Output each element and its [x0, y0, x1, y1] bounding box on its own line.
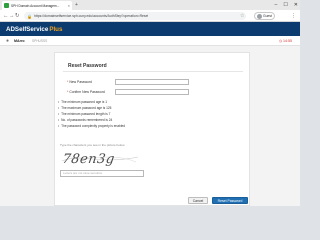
divider — [63, 71, 243, 72]
reload-button[interactable]: ↻ — [15, 12, 20, 20]
browser-tab[interactable]: SPH Domain Account Managem... × — [2, 1, 72, 10]
tab-title: SPH Domain Account Managem... — [11, 3, 60, 8]
confirm-password-label: *Confirm New Password — [67, 90, 105, 94]
url-field[interactable]: 🔒 https://domainselfservice.sph.cuny.edu… — [24, 12, 246, 20]
maximize-button[interactable]: ☐ — [283, 2, 287, 8]
brand-plus: Plus — [49, 25, 63, 33]
new-password-label-text: New Password — [69, 80, 92, 84]
browser-menu-icon[interactable]: ⋮ — [291, 12, 296, 20]
captcha-text: 78en3g — [61, 152, 115, 167]
policy-item: The password complexity property is enab… — [58, 123, 125, 129]
window-controls: – ☐ ✕ — [275, 0, 298, 10]
minimize-button[interactable]: – — [275, 2, 278, 8]
brand-logo: ADSelfService — [6, 25, 49, 33]
timer-value: 14:55 — [283, 39, 292, 43]
profile-button[interactable]: Guest — [254, 12, 276, 20]
user-bar: ● MArro SPHUSSS ◷ 14:55 — [0, 36, 300, 46]
close-window-button[interactable]: ✕ — [294, 2, 298, 8]
favicon-icon — [4, 3, 9, 8]
reset-password-button[interactable]: Reset Password — [212, 197, 248, 204]
back-button[interactable]: ← — [3, 12, 9, 20]
new-password-label: *New Password — [67, 80, 92, 84]
tab-close-icon[interactable]: × — [68, 3, 70, 8]
user-icon: ● — [6, 38, 10, 44]
clock-icon: ◷ — [278, 39, 282, 43]
browser-window: SPH Domain Account Managem... × + – ☐ ✕ … — [0, 0, 300, 206]
profile-avatar-icon — [257, 13, 262, 19]
forward-button[interactable]: → — [9, 12, 15, 20]
domain-name: SPHUSSS — [32, 39, 48, 43]
cancel-button[interactable]: Cancel — [188, 197, 208, 204]
user-name: MArro — [14, 39, 25, 43]
address-bar: ← → ↻ 🔒 https://domainselfservice.sph.cu… — [0, 10, 300, 22]
bookmark-star-icon[interactable]: ☆ — [240, 12, 244, 20]
confirm-password-label-text: Confirm New Password — [69, 90, 105, 94]
new-password-input[interactable] — [115, 79, 189, 85]
app-header: ADSelfService Plus — [0, 22, 300, 36]
tab-strip: SPH Domain Account Managem... × + – ☐ ✕ — [0, 0, 300, 10]
session-timer: ◷ 14:55 — [279, 38, 292, 44]
new-tab-button[interactable]: + — [75, 1, 78, 9]
url-text: https://domainselfservice.sph.cuny.edu/a… — [33, 14, 149, 18]
captcha-image: 78en3g — [61, 152, 139, 167]
reset-password-card: Reset Password *New Password *Confirm Ne… — [54, 52, 250, 206]
page-title: Reset Password — [68, 63, 107, 69]
confirm-password-input[interactable] — [115, 89, 189, 95]
password-policy-list: The minimum password age is 1 The maximu… — [58, 99, 125, 129]
lock-icon: 🔒 — [27, 13, 32, 19]
profile-label: Guest — [263, 14, 273, 18]
captcha-input[interactable]: Letters are not case-sensitive — [60, 170, 144, 177]
captcha-hint: Type the characters you see in the pictu… — [60, 143, 126, 147]
